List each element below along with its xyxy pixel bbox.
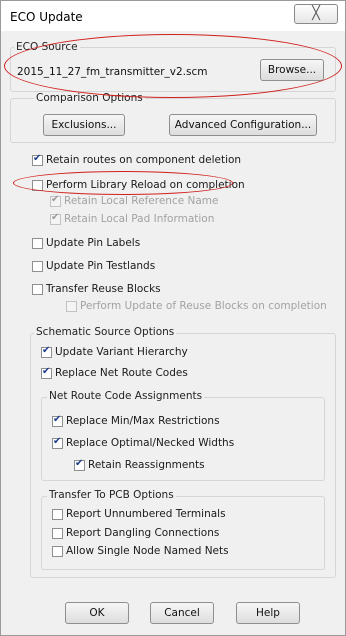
checkbox-box (74, 458, 85, 471)
checkbox-box (32, 283, 43, 295)
checkbox-label: Retain Reassignments (88, 459, 205, 471)
checkbox-box (50, 212, 61, 225)
checkbox-label: Report Unnumbered Terminals (66, 508, 226, 520)
advanced-configuration-button[interactable]: Advanced Configuration... (169, 114, 317, 136)
report-unnumbered-checkbox[interactable]: Report Unnumbered Terminals (52, 507, 226, 521)
checkbox-label: Update Pin Labels (46, 237, 141, 249)
checkbox-label: Replace Min/Max Restrictions (66, 415, 220, 427)
retain-local-pad-checkbox[interactable]: Retain Local Pad Information (50, 212, 214, 226)
checkbox-label: Retain Local Reference Name (64, 195, 219, 207)
browse-button[interactable]: Browse... (260, 59, 324, 81)
checkbox-label: Transfer Reuse Blocks (46, 283, 161, 295)
eco-source-label: ECO Source (14, 41, 80, 53)
replace-net-route-codes-checkbox[interactable]: Replace Net Route Codes (41, 366, 188, 380)
checkbox-box (52, 508, 63, 520)
transfer-pcb-label: Transfer To PCB Options (47, 489, 176, 501)
perform-update-reuse-checkbox[interactable]: Perform Update of Reuse Blocks on comple… (66, 299, 327, 313)
report-dangling-checkbox[interactable]: Report Dangling Connections (52, 526, 219, 540)
checkbox-box (32, 179, 43, 191)
checkbox-label: Replace Optimal/Necked Widths (66, 437, 235, 449)
close-icon: ╳ (312, 6, 320, 21)
checkbox-box (50, 194, 61, 207)
help-button[interactable]: Help (236, 602, 300, 624)
checkbox-box (52, 436, 63, 449)
update-pin-testlands-checkbox[interactable]: Update Pin Testlands (32, 259, 155, 273)
checkbox-box (52, 545, 63, 557)
checkbox-box (32, 260, 43, 272)
net-route-label: Net Route Code Assignments (47, 390, 205, 402)
checkbox-label: Report Dangling Connections (66, 527, 220, 539)
checkbox-label: Update Pin Testlands (46, 260, 156, 272)
ok-button[interactable]: OK (65, 602, 129, 624)
cancel-button[interactable]: Cancel (150, 602, 214, 624)
checkbox-label: Replace Net Route Codes (55, 367, 188, 379)
checkbox-label: Retain Local Pad Information (64, 213, 215, 225)
dialog-title: ECO Update (10, 10, 83, 24)
update-variant-hierarchy-checkbox[interactable]: Update Variant Hierarchy (41, 345, 188, 359)
checkbox-label: Perform Update of Reuse Blocks on comple… (80, 300, 327, 312)
checkbox-box (32, 153, 43, 166)
checkbox-box (32, 237, 43, 249)
checkbox-box (52, 414, 63, 427)
retain-routes-checkbox[interactable]: Retain routes on component deletion (32, 153, 241, 167)
retain-reassignments-checkbox[interactable]: Retain Reassignments (74, 458, 205, 472)
comparison-options-label: Comparison Options (34, 92, 145, 104)
checkbox-box (66, 300, 77, 312)
title-bar: ECO Update ╳ (1, 1, 345, 31)
checkbox-label: Retain routes on component deletion (46, 154, 242, 166)
eco-update-dialog: ECO Update ╳ ECO Source 2015_11_27_fm_tr… (0, 0, 346, 636)
schematic-source-label: Schematic Source Options (34, 326, 177, 338)
replace-minmax-checkbox[interactable]: Replace Min/Max Restrictions (52, 414, 220, 428)
replace-optimal-checkbox[interactable]: Replace Optimal/Necked Widths (52, 436, 234, 450)
checkbox-label: Allow Single Node Named Nets (66, 545, 229, 557)
eco-source-filename: 2015_11_27_fm_transmitter_v2.scm (17, 66, 208, 78)
allow-single-node-checkbox[interactable]: Allow Single Node Named Nets (52, 544, 229, 558)
close-button[interactable]: ╳ (294, 4, 338, 24)
checkbox-label: Update Variant Hierarchy (55, 346, 188, 358)
retain-local-reference-checkbox[interactable]: Retain Local Reference Name (50, 194, 219, 208)
checkbox-box (52, 527, 63, 539)
checkbox-box (41, 366, 52, 379)
checkbox-box (41, 345, 52, 358)
perform-library-reload-checkbox[interactable]: Perform Library Reload on completion (32, 178, 245, 192)
transfer-reuse-blocks-checkbox[interactable]: Transfer Reuse Blocks (32, 282, 161, 296)
update-pin-labels-checkbox[interactable]: Update Pin Labels (32, 236, 140, 250)
checkbox-label: Perform Library Reload on completion (46, 179, 245, 191)
exclusions-button[interactable]: Exclusions... (43, 114, 125, 136)
